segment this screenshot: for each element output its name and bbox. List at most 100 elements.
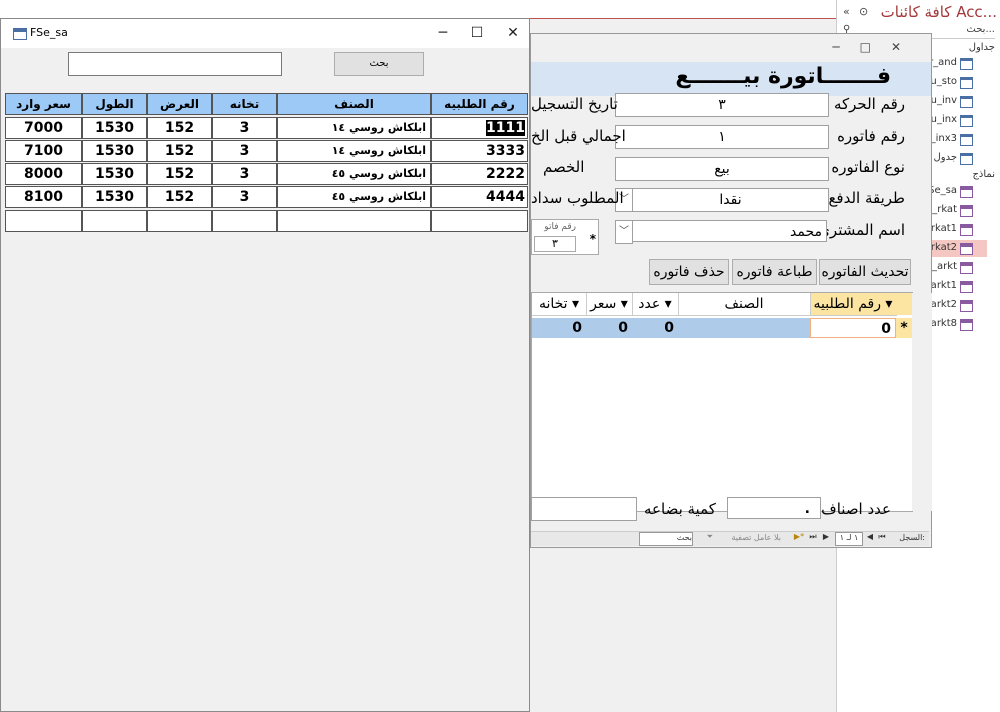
table-cell[interactable]: 8000 (5, 163, 82, 185)
record-navigation-bar: السجل: ⏮ ◀ ١ لـ ١ ▶ ⏭ ▶* بلا عامل تصفية … (531, 531, 929, 546)
next-record-icon[interactable]: ▶ (821, 532, 831, 541)
nav-title[interactable]: كافة كائنات Acc... (881, 3, 997, 23)
mini-invoice-label: رقم فاتو (544, 222, 576, 232)
column-header[interactable]: عدد ▾ (632, 293, 679, 316)
table-cell[interactable]: ابلكاش روسي ١٤ (277, 140, 431, 162)
prev-record-icon[interactable]: ◀ (865, 532, 875, 541)
new-record-marker: * (896, 318, 912, 338)
refresh-invoice-button[interactable]: تحديث الفاتوره (819, 259, 911, 285)
table-cell[interactable]: 4444 (431, 186, 528, 208)
items-count-field[interactable]: . (727, 497, 821, 519)
delete-invoice-button[interactable]: حذف فاتوره (649, 259, 729, 285)
quantity-field[interactable] (531, 497, 637, 521)
new-record-icon[interactable]: ▶* (793, 532, 805, 541)
table-cell[interactable]: 152 (147, 117, 212, 139)
table-cell[interactable]: 8100 (5, 186, 82, 208)
minimize-icon[interactable]: ─ (425, 22, 461, 44)
table-cell[interactable]: 152 (147, 186, 212, 208)
table-cell[interactable]: 1530 (82, 140, 147, 162)
table-cell[interactable]: ابلكاش روسي ٤٥ (277, 186, 431, 208)
empty-cell[interactable] (147, 210, 212, 232)
buyer-field[interactable]: محمد (632, 220, 827, 242)
new-row-cell[interactable] (678, 318, 810, 338)
column-header[interactable]: الصنف (277, 93, 431, 115)
table-cell[interactable]: 3333 (431, 140, 528, 162)
new-row-cell[interactable]: 0 (586, 318, 632, 338)
table-cell[interactable]: 7000 (5, 117, 82, 139)
empty-cell[interactable] (5, 210, 82, 232)
sales-invoice-window: ─□✕ فـــــــاتورة بيـــــــع رقم الحركه … (530, 33, 932, 548)
table-cell[interactable]: 152 (147, 163, 212, 185)
table-cell[interactable]: 1530 (82, 117, 147, 139)
table-cell[interactable]: 3 (212, 140, 277, 162)
column-header[interactable]: رقم الطلبيه (431, 93, 528, 115)
invoice-type-label: نوع الفاتوره (831, 158, 905, 176)
table-cell[interactable]: 1530 (82, 163, 147, 185)
table-cell[interactable]: 7100 (5, 140, 82, 162)
empty-cell[interactable] (82, 210, 147, 232)
new-row-cell[interactable]: 0 (632, 318, 678, 338)
collapse-icon[interactable]: « (843, 5, 850, 18)
table-icon (960, 58, 973, 70)
table-icon (960, 134, 973, 146)
record-search-input[interactable]: بحث (639, 532, 693, 546)
subform-scrollbar[interactable] (912, 293, 932, 511)
empty-cell[interactable] (212, 210, 277, 232)
column-header[interactable]: الطول (82, 93, 147, 115)
table-cell[interactable]: 1530 (82, 186, 147, 208)
empty-cell[interactable] (277, 210, 431, 232)
nav-group-tables[interactable]: جداول (969, 42, 995, 53)
table-cell[interactable]: 3 (212, 117, 277, 139)
close-icon[interactable]: ✕ (495, 22, 531, 44)
last-record-icon[interactable]: ⏭ (807, 532, 819, 542)
movement-no-label: رقم الحركه (833, 95, 905, 113)
record-label: السجل: (899, 533, 925, 542)
maximize-icon[interactable]: ☐ (459, 22, 495, 44)
table-cell[interactable]: ابلكاش روسي ٤٥ (277, 163, 431, 185)
nav-group-forms[interactable]: نماذج (972, 169, 995, 180)
column-header[interactable]: تخانه ▾ (532, 293, 587, 316)
table-cell[interactable]: 2222 (431, 163, 528, 185)
new-record-marker: * (589, 232, 596, 246)
window-titlebar[interactable]: FSe_sa ─ ☐ ✕ (1, 19, 529, 48)
column-header[interactable]: تخانه (212, 93, 277, 115)
invoice-no-field[interactable]: ١ (615, 125, 829, 149)
payment-method-label: طريقة الدفع (828, 189, 905, 207)
menu-dropdown-icon[interactable]: ⊙ (859, 5, 868, 18)
reg-date-label: تاريخ التسجيل (531, 95, 618, 113)
table-cell[interactable]: 3 (212, 163, 277, 185)
form-icon (960, 186, 973, 198)
new-row-cell[interactable]: 0 (810, 318, 896, 338)
form-icon (13, 28, 27, 40)
invoice-type-field[interactable]: بيع (615, 157, 829, 181)
table-cell[interactable]: ابلكاش روسي ١٤ (277, 117, 431, 139)
table-cell[interactable]: 152 (147, 140, 212, 162)
empty-cell[interactable] (431, 210, 528, 232)
column-header[interactable]: سعر ▾ (586, 293, 633, 316)
form-icon (960, 243, 973, 255)
mini-invoice-subform[interactable]: رقم فاتو ٣ * (531, 219, 599, 255)
print-invoice-button[interactable]: طباعة فاتوره (732, 259, 817, 285)
window-title: FSe_sa (30, 26, 68, 39)
column-header[interactable]: سعر وارد (5, 93, 82, 115)
filter-icon: ⏷ (706, 532, 713, 541)
column-header[interactable]: الصنف (678, 293, 811, 316)
payment-method-field[interactable]: نقدا (632, 188, 829, 212)
search-input[interactable] (68, 52, 282, 76)
table-icon (960, 153, 973, 165)
form-icon (960, 205, 973, 217)
table-cell[interactable]: 1111 (431, 117, 528, 139)
table-cell[interactable]: 3 (212, 186, 277, 208)
column-header[interactable]: العرض (147, 93, 212, 115)
new-row-cell[interactable]: 0 (532, 318, 586, 338)
required-label: المطلوب سداد (531, 189, 624, 207)
mini-invoice-value[interactable]: ٣ (534, 236, 576, 252)
first-record-icon[interactable]: ⏮ (875, 532, 889, 542)
record-position-field[interactable]: ١ لـ ١ (835, 532, 863, 546)
buyer-dropdown-icon[interactable]: ﹀ (615, 220, 633, 244)
movement-no-field[interactable]: ٣ (615, 93, 829, 117)
column-header[interactable]: رقم الطلبيه ▾ (810, 293, 897, 316)
search-button[interactable]: بحث (334, 52, 424, 76)
filter-indicator[interactable]: بلا عامل تصفية (731, 533, 781, 542)
window-controls[interactable]: ─□✕ (832, 40, 921, 54)
